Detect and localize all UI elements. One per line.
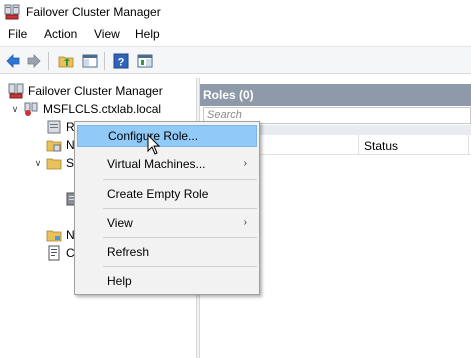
toolbar: ? xyxy=(0,46,471,74)
menu-separator xyxy=(103,179,257,180)
menu-item-label: View xyxy=(107,216,133,230)
tree-item-cluster-events[interactable]: C xyxy=(46,244,75,262)
collapse-chevron-icon[interactable]: ∨ xyxy=(10,104,20,114)
menu-bar: File Action View Help xyxy=(0,24,471,44)
window-title: Failover Cluster Manager xyxy=(26,5,161,19)
column-separator[interactable] xyxy=(358,135,359,155)
collapse-chevron-icon[interactable]: ∨ xyxy=(33,158,43,168)
menu-item-help[interactable]: Help xyxy=(77,270,257,292)
up-level-button[interactable] xyxy=(56,51,76,71)
show-hide-console-tree-icon xyxy=(82,54,98,68)
back-button[interactable] xyxy=(3,51,23,71)
menu-item-create-empty-role[interactable]: Create Empty Role xyxy=(77,183,257,205)
menu-item-view[interactable]: View › xyxy=(77,212,257,234)
menu-separator xyxy=(103,208,257,209)
tree-item-cluster[interactable]: ∨ MSFLCLS.ctxlab.local xyxy=(10,100,161,118)
show-hide-action-pane-button[interactable] xyxy=(135,51,155,71)
roles-icon xyxy=(47,120,61,134)
menu-item-label: Create Empty Role xyxy=(107,187,209,201)
tree-item-storage[interactable]: ∨ S xyxy=(33,154,74,172)
menu-item-label: Refresh xyxy=(107,245,150,259)
menu-item-virtual-machines[interactable]: Virtual Machines... › xyxy=(77,153,257,175)
submenu-arrow-icon: › xyxy=(243,217,247,228)
tree-item-label: Failover Cluster Manager xyxy=(28,84,163,98)
failover-cluster-manager-icon xyxy=(8,83,24,99)
column-separator[interactable] xyxy=(468,135,469,155)
menu-help[interactable]: Help xyxy=(135,27,160,41)
column-header-status[interactable]: Status xyxy=(364,139,398,153)
forward-button[interactable] xyxy=(24,51,44,71)
storage-icon xyxy=(46,158,62,170)
tree-item-networks[interactable]: N xyxy=(46,226,75,244)
tree-item-nodes[interactable]: N xyxy=(46,136,75,154)
up-folder-icon xyxy=(58,56,74,68)
show-hide-console-tree-button[interactable] xyxy=(80,51,100,71)
context-menu: Configure Role... Virtual Machines... › … xyxy=(74,121,260,295)
title-bar: Failover Cluster Manager xyxy=(0,0,471,24)
failover-cluster-manager-icon xyxy=(4,4,20,20)
menu-item-refresh[interactable]: Refresh xyxy=(77,241,257,263)
menu-item-label: Virtual Machines... xyxy=(107,157,206,171)
networks-icon xyxy=(46,230,62,242)
submenu-arrow-icon: › xyxy=(243,158,247,169)
menu-item-label: Help xyxy=(107,274,132,288)
tree-item-label: S xyxy=(66,156,75,170)
cluster-icon xyxy=(24,102,38,116)
svg-text:?: ? xyxy=(118,57,125,69)
menu-action[interactable]: Action xyxy=(44,27,77,41)
cluster-events-icon xyxy=(48,245,60,261)
menu-separator xyxy=(103,266,257,267)
tree-item-label: MSFLCLS.ctxlab.local xyxy=(43,102,162,116)
forward-arrow-icon xyxy=(27,54,41,68)
mouse-cursor-icon xyxy=(147,134,161,155)
menu-separator xyxy=(103,237,257,238)
help-button[interactable]: ? xyxy=(111,51,131,71)
roles-header: Roles (0) xyxy=(200,84,471,106)
tree-item-roles[interactable]: R xyxy=(46,118,75,136)
menu-item-configure-role[interactable]: Configure Role... xyxy=(77,125,257,147)
back-arrow-icon xyxy=(6,54,20,68)
menu-view[interactable]: View xyxy=(94,27,120,41)
menu-file[interactable]: File xyxy=(8,27,27,41)
toolbar-separator xyxy=(48,52,49,70)
tree-item-root[interactable]: Failover Cluster Manager xyxy=(8,82,163,100)
nodes-icon xyxy=(46,140,62,152)
toolbar-separator xyxy=(104,52,105,70)
help-icon: ? xyxy=(113,53,129,69)
show-hide-action-pane-icon xyxy=(137,54,153,68)
